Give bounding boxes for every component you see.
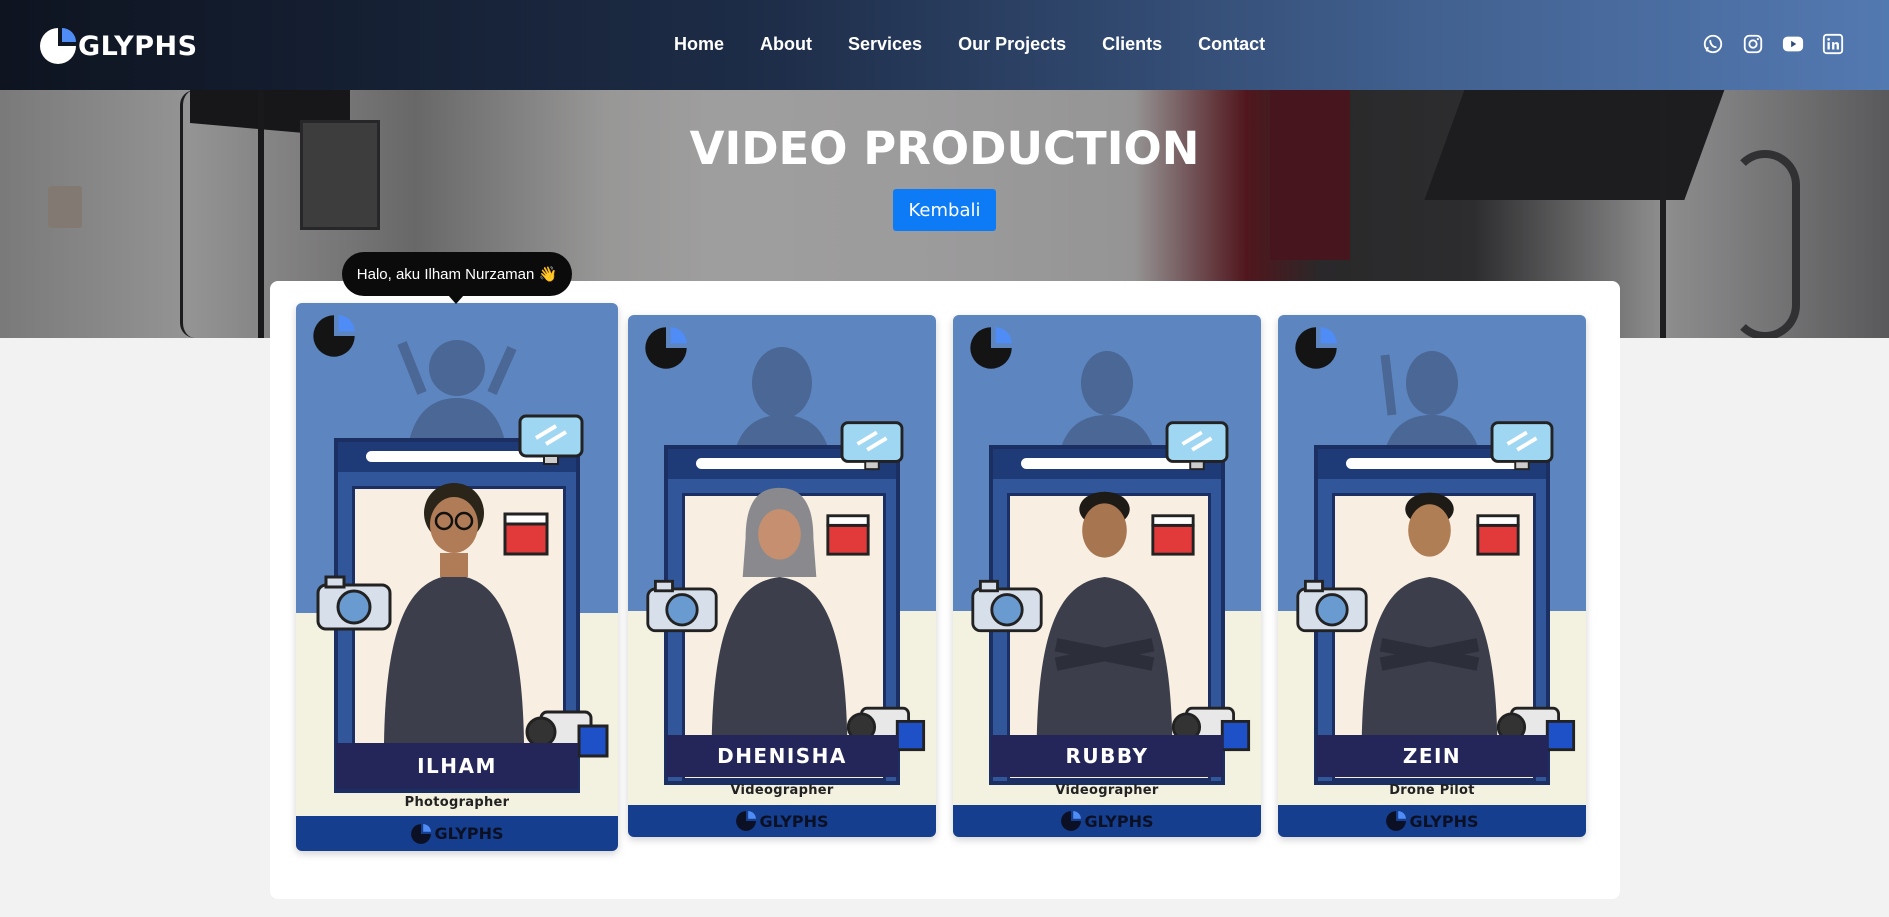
nav-contact[interactable]: Contact (1198, 34, 1265, 55)
team-member-photo (1036, 491, 1173, 742)
monitor-sticker-icon (1490, 421, 1554, 471)
main-nav: Home About Services Our Projects Clients… (674, 34, 1265, 55)
card-footer: GLYPHS (953, 805, 1261, 837)
glyphs-mark-icon (970, 327, 1012, 369)
glyphs-mark-icon (1061, 811, 1082, 831)
member-role: Videographer (730, 783, 834, 798)
card-footer: GLYPHS (1278, 805, 1586, 837)
card-footer: GLYPHS (296, 816, 618, 851)
youtube-icon[interactable] (1782, 33, 1804, 55)
footer-logo: GLYPHS (1060, 810, 1154, 832)
member-role: Photographer (404, 795, 510, 810)
footer-brand: GLYPHS (1084, 811, 1154, 831)
footer-logo: GLYPHS (410, 823, 504, 845)
back-button[interactable]: Kembali (893, 189, 996, 231)
footer-brand: GLYPHS (434, 824, 504, 843)
member-role: Videographer (1055, 783, 1159, 798)
footer-logo: GLYPHS (735, 810, 829, 832)
page-title: VIDEO PRODUCTION (689, 122, 1200, 175)
team-card[interactable]: RUBBY Videographer GLYPHS (953, 315, 1261, 837)
member-name: RUBBY (991, 735, 1223, 777)
monitor-sticker-icon (840, 421, 904, 471)
glyphs-mark-icon (1295, 327, 1337, 369)
nav-services[interactable]: Services (848, 34, 922, 55)
glyphs-mark-icon (645, 327, 687, 369)
team-member-photo (711, 487, 848, 742)
monitor-sticker-icon (1165, 421, 1229, 471)
glyphs-logo[interactable]: GLYPHS (38, 24, 198, 68)
glyphs-mark-icon (40, 28, 76, 64)
nav-about[interactable]: About (760, 34, 812, 55)
team-card[interactable]: ILHAM Photographer GLYPHS (296, 303, 618, 851)
team-member-photo (384, 483, 524, 743)
glyphs-mark-icon (1386, 811, 1407, 831)
glyphs-mark-icon (411, 823, 432, 844)
member-name: DHENISHA (666, 735, 898, 777)
team-card[interactable]: ZEIN Drone Pilot GLYPHS (1278, 315, 1586, 837)
nav-clients[interactable]: Clients (1102, 34, 1162, 55)
member-name: ZEIN (1316, 735, 1548, 777)
brand-name: GLYPHS (78, 30, 198, 62)
greeting-tooltip: Halo, aku Ilham Nurzaman 👋 (342, 252, 572, 304)
nav-our-projects[interactable]: Our Projects (958, 34, 1066, 55)
team-card[interactable]: DHENISHA Videographer GLYPHS (628, 315, 936, 837)
footer-brand: GLYPHS (759, 811, 829, 831)
nav-home[interactable]: Home (674, 34, 724, 55)
navbar: GLYPHS Home About Services Our Projects … (0, 0, 1889, 90)
footer-brand: GLYPHS (1409, 811, 1479, 831)
footer-logo: GLYPHS (1385, 810, 1479, 832)
whatsapp-icon[interactable] (1702, 33, 1724, 55)
member-role: Drone Pilot (1389, 783, 1475, 798)
card-footer: GLYPHS (628, 805, 936, 837)
social-links (1702, 33, 1844, 55)
member-name: ILHAM (336, 743, 578, 789)
team-member-photo (1361, 492, 1498, 742)
linkedin-icon[interactable] (1822, 33, 1844, 55)
monitor-sticker-icon (518, 414, 584, 465)
glyphs-mark-icon (736, 811, 757, 831)
instagram-icon[interactable] (1742, 33, 1764, 55)
